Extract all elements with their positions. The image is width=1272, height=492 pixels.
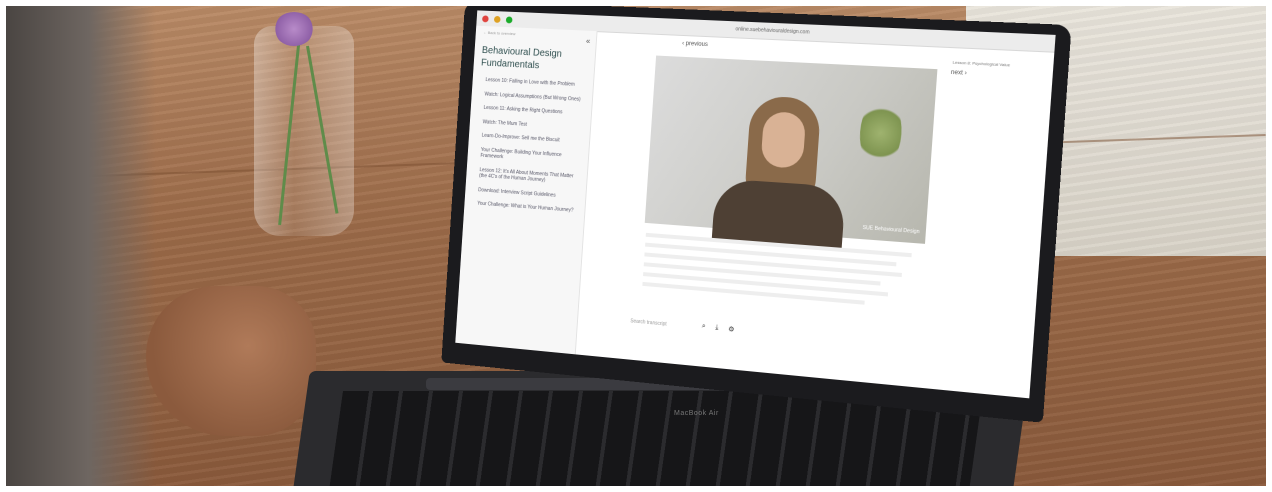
transcript-tools: ⌕ ⤓ ⚙ (702, 323, 735, 334)
maximize-window-icon[interactable] (506, 16, 513, 23)
laptop-screen: online.suebehaviouraldesign.com ← Back t… (455, 10, 1055, 398)
photo-scene: MacBook Air online.suebehaviouraldesign.… (6, 6, 1266, 486)
previous-link[interactable]: ‹ previous (682, 41, 708, 48)
course-title: Behavioural Design Fundamentals (473, 34, 596, 79)
download-icon[interactable]: ⤓ (715, 324, 719, 332)
lesson-tag: Lesson 8: Psychological Value (953, 60, 1011, 68)
video-caption: SUE Behavioural Design (862, 225, 919, 235)
viewer-hair (6, 6, 156, 486)
course-sidebar: ← Back to overview « Behavioural Design … (455, 26, 597, 355)
lesson-main: ‹ previous Lesson 8: Psychological Value… (575, 31, 1055, 398)
glass-vase (254, 26, 354, 236)
double-chevron-left-icon[interactable]: « (586, 37, 591, 46)
viewer-hand (146, 286, 316, 436)
close-window-icon[interactable] (482, 15, 489, 22)
transcript-text (640, 227, 926, 340)
minimize-window-icon[interactable] (494, 15, 501, 22)
laptop-screen-bezel: online.suebehaviouraldesign.com ← Back t… (441, 6, 1071, 423)
transcript-search-input[interactable]: Search transcript (630, 318, 667, 327)
laptop-brand: MacBook Air (674, 410, 719, 417)
video-player[interactable]: SUE Behavioural Design (645, 56, 938, 244)
gear-icon[interactable]: ⚙ (728, 325, 735, 334)
background-plant (858, 96, 904, 170)
search-icon[interactable]: ⌕ (702, 323, 706, 331)
purple-flower (274, 12, 314, 46)
next-link[interactable]: next › (951, 70, 967, 77)
